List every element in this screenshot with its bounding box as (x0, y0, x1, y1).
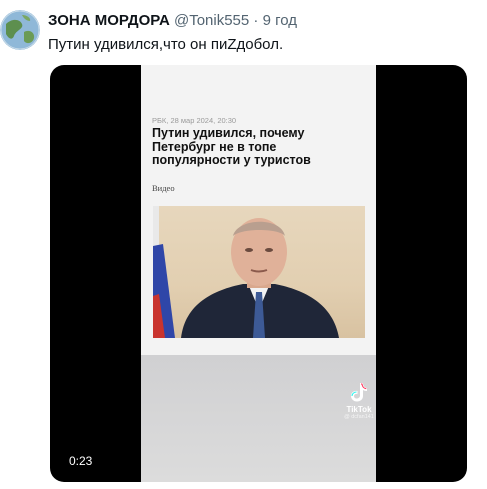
author-name[interactable]: ЗОНА МОРДОРА (48, 12, 170, 29)
article-video-tag: Видео (152, 183, 175, 193)
tweet-timestamp[interactable]: 9 год (263, 12, 297, 29)
tiktok-brand-name: TikTok (346, 405, 372, 414)
header-separator: · (253, 12, 259, 29)
video-duration: 0:23 (69, 454, 93, 468)
tiktok-username: @ dcfan141 (344, 414, 374, 420)
tiktok-logo-icon (351, 383, 367, 402)
globe-icon (0, 10, 40, 50)
video-frame: РБК, 28 мар 2024, 20:30 Путин удивился, … (141, 65, 376, 482)
speaker-photo-illustration (153, 206, 339, 338)
article-photo (153, 206, 365, 338)
author-handle[interactable]: @Tonik555 (174, 12, 249, 29)
article-headline: Путин удивился, почему Петербург не в то… (152, 126, 311, 167)
video-player[interactable]: РБК, 28 мар 2024, 20:30 Путин удивился, … (50, 65, 467, 482)
article-meta: РБК, 28 мар 2024, 20:30 (152, 116, 237, 125)
tweet-text: Путин удивился,что он пиZдобол. (48, 36, 284, 53)
news-article-screenshot: РБК, 28 мар 2024, 20:30 Путин удивился, … (141, 65, 376, 355)
tiktok-watermark: TikTok @ dcfan141 (343, 382, 375, 420)
tweet-header: ЗОНА МОРДОРА @Tonik555 · 9 год (48, 12, 481, 30)
avatar[interactable] (0, 10, 40, 50)
video-lower-area (141, 355, 376, 482)
